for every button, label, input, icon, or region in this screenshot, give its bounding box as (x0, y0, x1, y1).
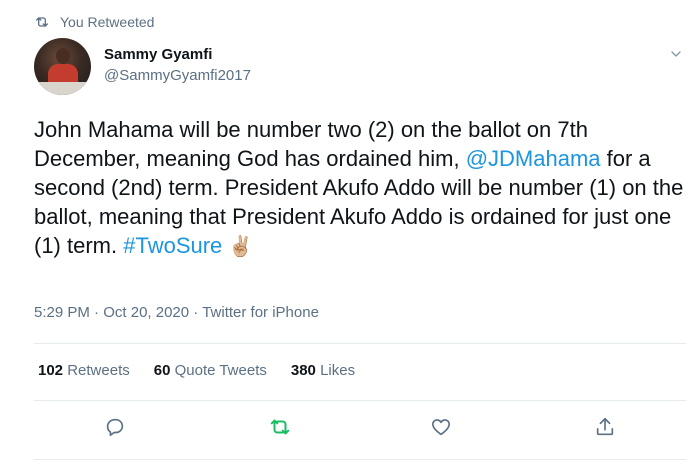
hashtag-link[interactable]: #TwoSure (123, 233, 222, 258)
retweets-stat[interactable]: 102 Retweets (38, 362, 130, 379)
like-icon (431, 419, 451, 436)
likes-stat[interactable]: 380 Likes (291, 362, 355, 379)
quotes-stat[interactable]: 60 Quote Tweets (154, 362, 267, 379)
user-name[interactable]: Sammy Gyamfi (104, 46, 212, 63)
tweet-actions (0, 414, 700, 444)
retweet-icon (36, 17, 48, 27)
divider (34, 459, 686, 460)
victory-hand-emoji: ✌🏼 (228, 236, 254, 258)
divider (34, 400, 686, 401)
tweet-meta: 5:29 PM · Oct 20, 2020 · Twitter for iPh… (34, 304, 319, 321)
quotes-label: Quote Tweets (174, 362, 267, 379)
tweet-stats: 102 Retweets 60 Quote Tweets 380 Likes (38, 362, 355, 379)
reply-icon (106, 418, 124, 437)
chevron-down-icon[interactable] (668, 46, 684, 62)
share-button[interactable] (592, 414, 618, 440)
retweet-context-label: You Retweeted (60, 14, 155, 30)
mention-link[interactable]: @JDMahama (466, 146, 601, 171)
tweet-text: John Mahama will be number two (2) on th… (34, 115, 694, 262)
meta-separator: · (94, 304, 100, 321)
likes-count: 380 (290, 362, 316, 379)
tweet-date[interactable]: Oct 20, 2020 (103, 304, 189, 321)
tweet-source[interactable]: Twitter for iPhone (202, 304, 319, 321)
retweet-context: You Retweeted (34, 14, 154, 30)
reply-button[interactable] (102, 414, 128, 440)
likes-label: Likes (320, 362, 356, 379)
retweet-button[interactable] (267, 414, 293, 440)
share-icon (596, 417, 614, 436)
like-button[interactable] (428, 414, 454, 440)
user-handle[interactable]: @SammyGyamfi2017 (104, 67, 251, 84)
retweets-count: 102 (38, 362, 64, 379)
tweet-time[interactable]: 5:29 PM (34, 304, 90, 321)
divider (34, 343, 686, 344)
quotes-count: 60 (153, 362, 171, 379)
retweets-label: Retweets (67, 362, 130, 379)
meta-separator: · (193, 304, 199, 321)
retweet-icon (270, 419, 290, 435)
avatar[interactable] (34, 38, 91, 95)
